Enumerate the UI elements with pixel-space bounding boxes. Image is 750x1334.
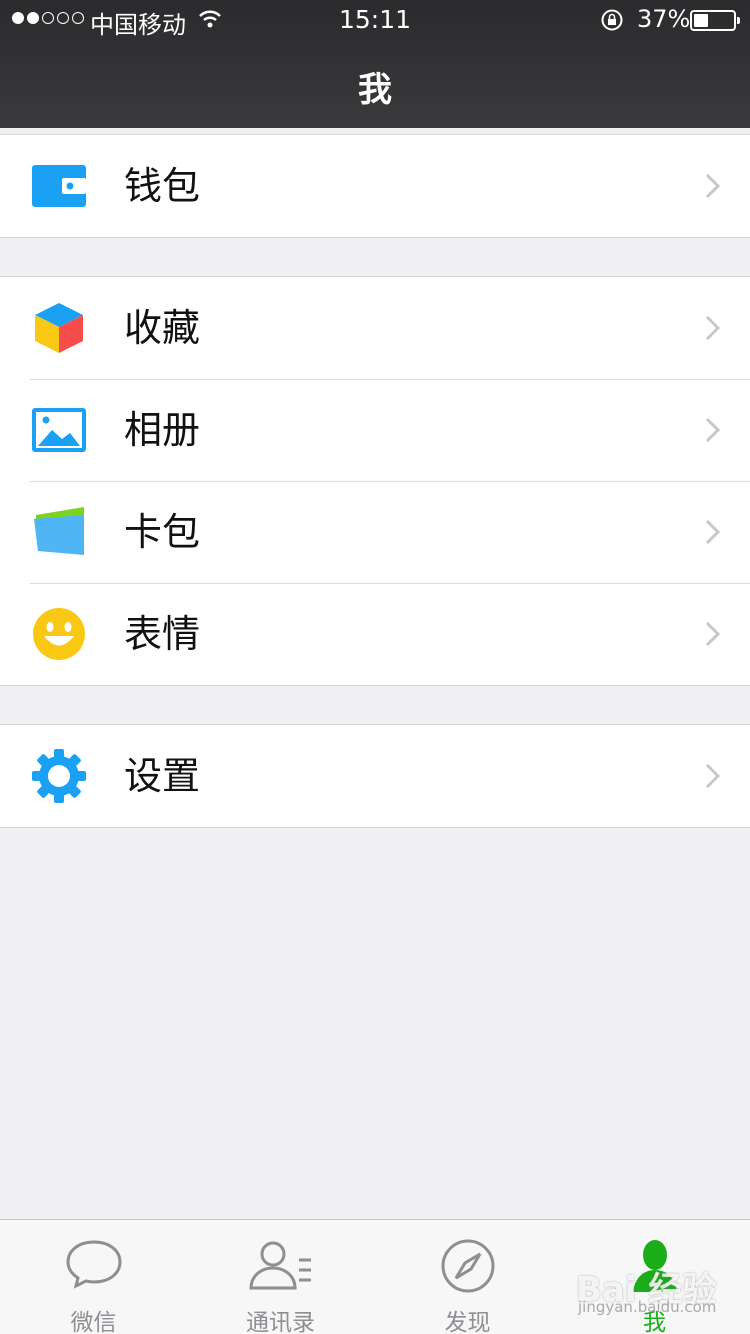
menu-item-label: 相册 xyxy=(124,408,201,452)
menu-item-label: 卡包 xyxy=(124,510,201,554)
contacts-icon xyxy=(248,1241,311,1290)
chat-bubble-icon xyxy=(65,1240,122,1289)
chevron-right-icon xyxy=(705,417,721,443)
settings-gear-icon xyxy=(32,749,86,803)
wallet-icon xyxy=(32,165,86,207)
menu-item-label: 表情 xyxy=(124,612,201,656)
menu-group-settings: 设置 xyxy=(0,724,750,828)
emoji-smiley-icon xyxy=(33,608,85,660)
menu-item-label: 钱包 xyxy=(124,164,201,208)
tab-contacts[interactable]: 通讯录 xyxy=(187,1220,374,1334)
card-pack-icon xyxy=(34,507,84,555)
menu-item-wallet[interactable]: 钱包 xyxy=(0,135,750,237)
tab-chats[interactable]: 微信 xyxy=(0,1220,187,1334)
favorites-cube-icon xyxy=(35,303,83,353)
menu-item-settings[interactable]: 设置 xyxy=(0,725,750,827)
menu-item-album[interactable]: 相册 xyxy=(0,379,750,481)
tab-label: 微信 xyxy=(70,1310,117,1334)
top-header: 中国移动 15:11 37% 我 xyxy=(0,0,750,128)
menu-item-emoji[interactable]: 表情 xyxy=(0,583,750,685)
chevron-right-icon xyxy=(705,621,721,647)
menu-group-wallet: 钱包 xyxy=(0,134,750,238)
watermark-url: jingyan.baidu.com xyxy=(578,1298,717,1316)
menu-item-favorites[interactable]: 收藏 xyxy=(0,277,750,379)
page-title: 我 xyxy=(358,70,392,110)
tab-discover[interactable]: 发现 xyxy=(374,1220,561,1334)
rotation-lock-icon xyxy=(601,9,623,31)
tab-label: 发现 xyxy=(444,1310,491,1334)
chevron-right-icon xyxy=(705,173,721,199)
battery-percent: 37% xyxy=(637,5,691,33)
menu-item-label: 设置 xyxy=(124,754,201,798)
compass-icon xyxy=(441,1239,494,1293)
menu-group-media: 收藏 相册 卡包 表情 xyxy=(0,276,750,686)
tab-label: 通讯录 xyxy=(246,1310,315,1334)
chevron-right-icon xyxy=(705,519,721,545)
menu-item-label: 收藏 xyxy=(124,306,201,350)
status-bar: 中国移动 15:11 37% xyxy=(0,0,750,40)
battery-icon xyxy=(690,10,740,31)
album-picture-icon xyxy=(32,408,86,452)
chevron-right-icon xyxy=(705,315,721,341)
chevron-right-icon xyxy=(705,763,721,789)
menu-item-card-pack[interactable]: 卡包 xyxy=(0,481,750,583)
